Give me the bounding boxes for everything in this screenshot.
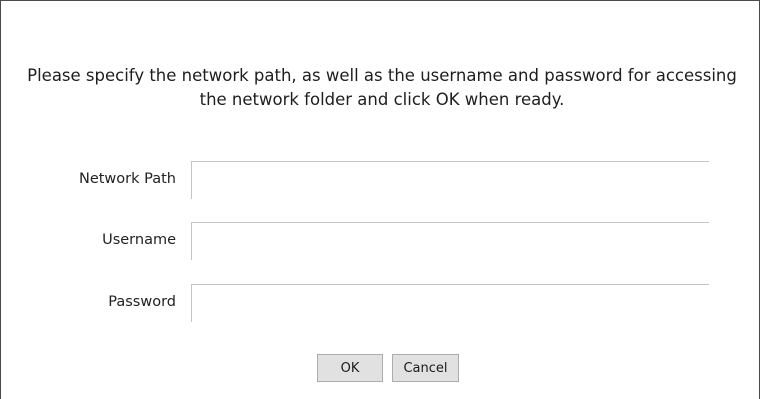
password-row: Password [1,284,760,322]
network-path-label: Network Path [78,171,176,187]
username-row: Username [1,222,760,260]
ok-button[interactable]: OK [317,354,383,382]
cancel-button[interactable]: Cancel [392,354,459,382]
network-path-row: Network Path [1,161,760,199]
dialog-button-bar: OK Cancel [1,354,760,382]
dialog-instructions: Please specify the network path, as well… [27,66,737,109]
network-path-input[interactable] [191,161,709,199]
password-label: Password [108,294,176,310]
password-input[interactable] [191,284,709,322]
username-label: Username [102,232,176,248]
network-folder-dialog: Please specify the network path, as well… [0,0,760,399]
username-input[interactable] [191,222,709,260]
